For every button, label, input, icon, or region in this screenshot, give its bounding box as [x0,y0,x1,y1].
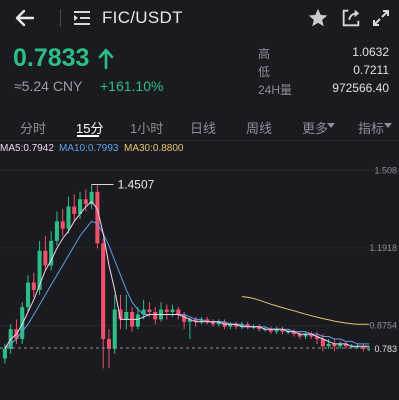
ma5-line [4,200,370,350]
star-icon[interactable] [307,7,329,29]
tab-daily[interactable]: 日线 [190,118,216,137]
candle-body [124,312,129,320]
indicators-dropdown-icon [384,123,392,128]
volume-value: 972566.40 [332,81,389,95]
candle-body [101,243,106,339]
candle-body [83,199,88,205]
interval-tabs: 分时 15分 1小时 日线 周线 更多 指标 [0,110,399,141]
candle-body [153,312,158,320]
pair-title[interactable]: FIC/USDT [102,8,183,28]
share-icon[interactable] [340,7,362,29]
candle-body [170,309,175,312]
ma10-line [4,220,370,350]
candle-body [147,309,152,312]
back-arrow-icon[interactable] [12,5,38,31]
ma30-line [241,296,370,325]
y-tick-label: 0.8754 [369,320,397,330]
last-price: 0.7833 [13,44,90,72]
expand-icon[interactable] [372,9,390,27]
tab-indicators[interactable]: 指标 [358,118,384,137]
tab-weekly[interactable]: 周线 [246,118,272,137]
candle-body [49,240,54,266]
candle-body [95,191,100,244]
candle-body [66,206,71,229]
low-label: 低 [258,65,271,79]
high-annotation-label: 1.4507 [118,178,155,192]
change-percent: +161.10% [100,78,164,94]
tab-timeshare[interactable]: 分时 [20,118,46,137]
high-label: 高 [258,47,271,61]
candle-body [25,282,31,308]
up-arrow-icon [98,48,114,69]
last-price-label: 0.783 [374,344,397,354]
y-tick-label: 1.1918 [369,243,397,253]
menu-list-icon[interactable] [72,9,92,27]
candlestick-chart[interactable]: 1.508 1.1918 0.8754 1.4507 0.783 [0,152,399,400]
top-bar: FIC/USDT [0,0,399,36]
low-value: 0.7211 [353,63,389,77]
candle-body [43,250,48,266]
tab-1hour[interactable]: 1小时 [130,118,163,137]
candle-body [164,309,169,312]
candle-body [60,221,65,229]
high-value: 1.0632 [352,45,389,59]
volume-label: 24H量 [258,83,293,97]
more-dropdown-icon [327,123,335,128]
candle-body [31,282,36,290]
candle-body [176,309,181,315]
candle-body [326,343,331,347]
candle-body [54,221,59,241]
divider [60,9,61,27]
candle-body [72,206,77,214]
active-tab-indicator [77,135,99,137]
candle-body [2,348,7,359]
candle-body [135,314,140,327]
candle-body [106,338,111,349]
tab-more[interactable]: 更多 [302,118,328,137]
candle-body [112,309,117,349]
cny-price: ≈5.24 CNY [14,78,83,94]
y-tick-label: 1.508 [374,165,397,175]
